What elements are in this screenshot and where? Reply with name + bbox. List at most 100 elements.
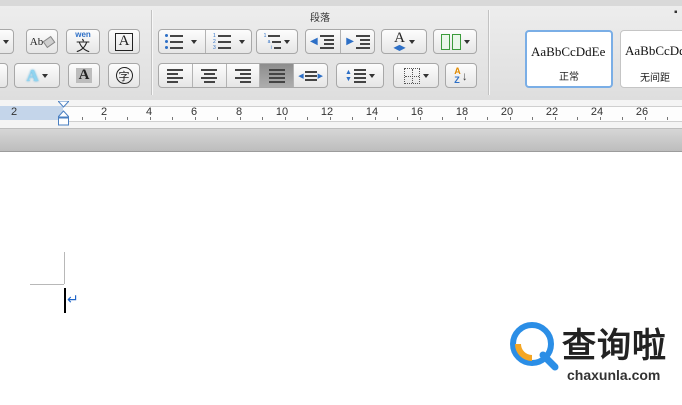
font-group-button-partial[interactable] xyxy=(0,29,14,54)
increase-indent-icon[interactable]: ▶ xyxy=(346,34,370,49)
horizontal-ruler[interactable]: 2 2 4 6 8 10 12 14 16 18 20 22 24 26 xyxy=(0,100,682,129)
ruler-number: 14 xyxy=(365,106,379,118)
multilevel-list-button[interactable]: 1 a i xyxy=(256,29,298,54)
watermark-title: 查询啦 xyxy=(562,326,667,366)
ruler-tick xyxy=(509,117,511,120)
ruler-tick xyxy=(667,117,668,120)
multilevel-list-icon: 1 a i xyxy=(264,33,282,50)
ruler-tick xyxy=(352,117,353,120)
group-separator xyxy=(488,10,489,95)
ruler-tick xyxy=(104,117,106,120)
style-sample-text: AaBbCcDdEe xyxy=(531,44,606,59)
styles-group-title-fragment: ▪ xyxy=(674,7,678,18)
ruler-number: 2 xyxy=(10,106,18,118)
ruler-number: 12 xyxy=(320,106,334,118)
sort-button[interactable]: AZ ↓ xyxy=(445,63,477,88)
ruler-tick xyxy=(487,117,488,120)
ruler-number: 18 xyxy=(455,106,469,118)
decrease-indent-icon[interactable]: ◀ xyxy=(310,34,334,49)
ruler-tick xyxy=(419,117,421,120)
character-shading-icon: A xyxy=(75,68,93,83)
watermark-logo-icon xyxy=(510,322,559,371)
character-shading-button[interactable]: A xyxy=(68,63,100,88)
style-name-label: 无间距 xyxy=(640,73,670,84)
page-top-gutter xyxy=(0,129,682,152)
ruler-tick xyxy=(194,117,196,120)
text-direction-button[interactable]: A ◀▶ xyxy=(381,29,427,54)
text-effects-icon: A xyxy=(26,66,39,85)
list-buttons-segment: 1 2 3 xyxy=(158,29,252,54)
ruler-tick xyxy=(284,117,286,120)
ruler-number: 26 xyxy=(635,106,649,118)
text-effects-button[interactable]: A xyxy=(14,63,60,88)
font-group-button-partial[interactable] xyxy=(0,63,8,88)
alignment-buttons-segment: ◀ ▶ xyxy=(158,63,328,88)
watermark-url: chaxunla.com xyxy=(567,367,661,383)
ruler-tick xyxy=(644,117,646,120)
borders-icon xyxy=(403,67,420,84)
ruler-tick xyxy=(307,117,308,120)
ruler-tick xyxy=(599,117,601,120)
spelling-icon: Ab xyxy=(29,35,44,48)
ruler-tick xyxy=(82,117,83,120)
phonetic-guide-button[interactable]: wen 文 xyxy=(66,29,100,54)
character-border-button[interactable]: A xyxy=(108,29,140,54)
ruler-tick xyxy=(532,117,533,120)
text-cursor xyxy=(64,288,66,313)
chevron-down-icon[interactable] xyxy=(191,39,198,44)
align-left-icon[interactable] xyxy=(159,68,192,83)
ruler-tick xyxy=(577,117,578,120)
paragraph-group-title: 段落 xyxy=(310,13,330,24)
ribbon-top-edge xyxy=(0,0,682,6)
ruler-tick xyxy=(554,117,556,120)
style-name-label: 正常 xyxy=(559,72,579,83)
ruler-tick xyxy=(464,117,466,120)
ruler-number: 16 xyxy=(410,106,424,118)
ruler-tick xyxy=(329,117,331,120)
paragraph-mark-icon: ↵ xyxy=(67,292,79,308)
ruler-number: 24 xyxy=(590,106,604,118)
style-no-spacing[interactable]: AaBbCcDd 无间距 xyxy=(620,30,682,88)
group-separator xyxy=(151,10,152,95)
character-border-icon: A xyxy=(115,32,133,51)
sort-icon: AZ ↓ xyxy=(454,65,468,85)
crop-mark-vertical xyxy=(64,252,65,284)
ruler-tick xyxy=(442,117,443,120)
borders-button[interactable] xyxy=(393,63,439,88)
chevron-down-icon[interactable] xyxy=(239,39,246,44)
enclose-characters-button[interactable]: 字 xyxy=(108,63,140,88)
bullet-list-icon[interactable] xyxy=(164,34,183,50)
ruler-tick xyxy=(239,117,241,120)
align-center-icon[interactable] xyxy=(193,68,226,83)
align-right-icon[interactable] xyxy=(227,68,260,83)
ruler-number: 10 xyxy=(275,106,289,118)
style-sample-text: AaBbCcDd xyxy=(625,43,682,58)
ruler-tick xyxy=(622,117,623,120)
style-normal[interactable]: AaBbCcDdEe 正常 xyxy=(525,30,613,88)
columns-button[interactable] xyxy=(433,29,477,54)
numbered-list-icon[interactable]: 1 2 3 xyxy=(213,33,231,50)
spelling-button[interactable]: Ab xyxy=(26,29,58,54)
distributed-icon[interactable]: ◀ ▶ xyxy=(294,70,327,81)
columns-icon xyxy=(440,33,461,50)
line-spacing-icon: ▲ ▼ xyxy=(345,68,366,83)
ruler-tick xyxy=(262,117,263,120)
ruler-number: 22 xyxy=(545,106,559,118)
indent-buttons-segment: ◀ ▶ xyxy=(305,29,375,54)
crop-mark-horizontal xyxy=(30,284,64,285)
ruler-tick xyxy=(149,117,151,120)
ruler-tick xyxy=(217,117,218,120)
justify-icon[interactable] xyxy=(260,64,294,87)
enclose-characters-icon: 字 xyxy=(115,67,133,84)
phonetic-guide-icon: 文 xyxy=(76,37,90,54)
ruler-tick xyxy=(172,117,173,120)
indent-marker-icon[interactable] xyxy=(58,101,69,126)
ruler-tick xyxy=(127,117,128,120)
eraser-icon xyxy=(42,35,56,48)
ruler-left-margin xyxy=(0,106,63,120)
ruler-tick xyxy=(397,117,398,120)
ribbon: 段落 ▪ Ab wen 文 A A A 字 1 2 3 1 a i ◀ ▶ A … xyxy=(0,0,682,101)
ruler-number: 20 xyxy=(500,106,514,118)
line-spacing-button[interactable]: ▲ ▼ xyxy=(336,63,384,88)
ruler-tick xyxy=(374,117,376,120)
